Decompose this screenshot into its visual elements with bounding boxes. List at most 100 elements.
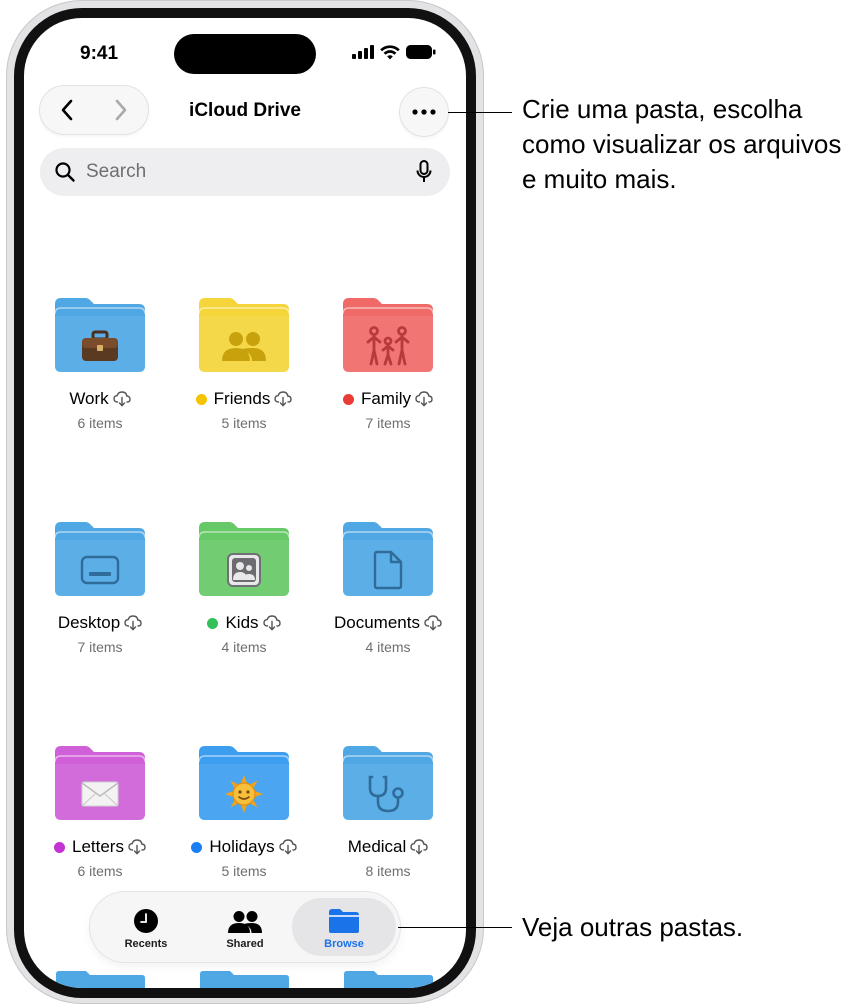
cloud-download-icon[interactable] — [424, 615, 442, 631]
cloud-download-icon[interactable] — [112, 391, 131, 407]
folder-desktop[interactable]: Desktop 7 items — [28, 522, 172, 655]
folder-medical[interactable]: Medical 8 items — [316, 746, 460, 879]
people-icon — [228, 911, 262, 933]
folder-name-row: Holidays — [172, 837, 316, 857]
folder-name-row: Friends — [172, 389, 316, 409]
callout-tabbar: Veja outras pastas. — [522, 912, 744, 942]
cloud-download-icon[interactable] — [124, 615, 142, 631]
stethoscope-icon — [343, 770, 433, 818]
callout-leader-line — [448, 112, 512, 113]
folder-thumbnail — [199, 746, 289, 820]
folder-item-count: 8 items — [365, 863, 411, 879]
folder-thumbnail — [343, 522, 433, 596]
folder-name: Desktop — [57, 613, 121, 632]
tab-shared[interactable]: Shared — [193, 898, 297, 956]
phone-screen: 9:41 iCloud Drive Search Work 6 items Fr… — [24, 18, 466, 988]
tab-browse[interactable]: Browse — [292, 898, 396, 956]
cloud-download-icon[interactable] — [274, 391, 293, 407]
folder-thumbnail — [343, 746, 433, 820]
envelope-icon — [55, 770, 145, 818]
folder-item-count: 6 items — [77, 415, 123, 431]
folder-kids[interactable]: Kids 4 items — [172, 522, 316, 655]
tab-bar: Recents Shared Browse — [90, 892, 400, 962]
folder-holidays[interactable]: Holidays 5 items — [172, 746, 316, 879]
tag-dot — [191, 841, 203, 853]
folder-thumbnail — [199, 298, 289, 372]
chevron-right-icon — [115, 99, 127, 121]
folder-documents[interactable]: Documents 4 items — [316, 522, 460, 655]
folder-work[interactable]: Work 6 items — [28, 298, 172, 431]
wifi-icon — [380, 44, 400, 59]
folder-letters[interactable]: Letters 6 items — [28, 746, 172, 879]
folder-name-row: Desktop — [28, 613, 172, 633]
people-icon — [199, 322, 289, 370]
ellipsis-icon — [412, 109, 436, 115]
search-icon — [55, 162, 75, 182]
tag-dot — [207, 617, 219, 629]
document-icon — [343, 546, 433, 594]
search-input[interactable] — [86, 161, 386, 183]
folder-name: Family — [360, 389, 412, 408]
callout-leader-line — [398, 927, 512, 928]
folder-name: Documents — [334, 613, 420, 632]
more-options-button[interactable] — [400, 88, 448, 136]
folder-item-count: 5 items — [221, 863, 267, 879]
folder-name-row: Kids — [172, 613, 316, 633]
folder-thumbnail — [55, 522, 145, 596]
sun-icon — [199, 770, 289, 818]
desktop-icon — [55, 546, 145, 594]
tag-dot — [195, 393, 207, 405]
folder-thumbnail — [343, 298, 433, 372]
tab-recents[interactable]: Recents — [94, 898, 198, 956]
folder-friends[interactable]: Friends 5 items — [172, 298, 316, 431]
status-time: 9:41 — [80, 43, 119, 64]
contact-card-icon — [199, 546, 289, 594]
cloud-download-icon[interactable] — [262, 615, 281, 631]
next-row-folders-peek — [24, 970, 466, 988]
folder-name: Kids — [225, 613, 259, 632]
folder-thumbnail — [55, 298, 145, 372]
tab-label: Recents — [124, 938, 168, 950]
folder-item-count: 7 items — [365, 415, 411, 431]
clock-icon — [134, 909, 158, 933]
chevron-left-icon — [61, 99, 73, 121]
cloud-download-icon[interactable] — [415, 391, 433, 407]
battery-icon — [406, 45, 436, 59]
folder-name-row: Documents — [316, 613, 460, 633]
folder-name-row: Work — [28, 389, 172, 409]
cellular-signal-icon — [352, 45, 374, 59]
cloud-download-icon[interactable] — [128, 839, 146, 855]
folder-item-count: 7 items — [77, 639, 123, 655]
callout-more-menu: Crie uma pasta, escolha como visualizar … — [522, 94, 842, 194]
folder-name: Holidays — [209, 837, 275, 856]
folder-item-count: 4 items — [365, 639, 411, 655]
page-title: iCloud Drive — [189, 100, 301, 121]
dynamic-island — [174, 34, 316, 74]
status-icons — [352, 42, 436, 62]
folder-name: Work — [69, 389, 109, 408]
family-icon — [343, 322, 433, 370]
folder-item-count: 4 items — [221, 639, 267, 655]
cloud-download-icon[interactable] — [278, 839, 297, 855]
navigation-pill — [40, 86, 148, 134]
folder-name: Medical — [347, 837, 407, 856]
folder-thumbnail — [199, 522, 289, 596]
folder-name-row: Medical — [316, 837, 460, 857]
microphone-icon[interactable] — [416, 160, 432, 184]
folder-name-row: Family — [316, 389, 460, 409]
tag-dot — [342, 393, 354, 405]
folder-family[interactable]: Family 7 items — [316, 298, 460, 431]
folder-thumbnail — [55, 746, 145, 820]
back-button[interactable] — [40, 86, 94, 134]
tab-label: Browse — [324, 938, 364, 950]
folder-name: Letters — [72, 837, 124, 856]
cloud-download-icon[interactable] — [410, 839, 428, 855]
folder-name: Friends — [213, 389, 271, 408]
folder-item-count: 6 items — [77, 863, 123, 879]
tag-dot — [54, 841, 65, 853]
briefcase-icon — [55, 322, 145, 370]
folder-item-count: 5 items — [221, 415, 267, 431]
folder-icon — [329, 909, 359, 933]
search-bar — [40, 148, 450, 196]
folder-name-row: Letters — [28, 837, 172, 857]
